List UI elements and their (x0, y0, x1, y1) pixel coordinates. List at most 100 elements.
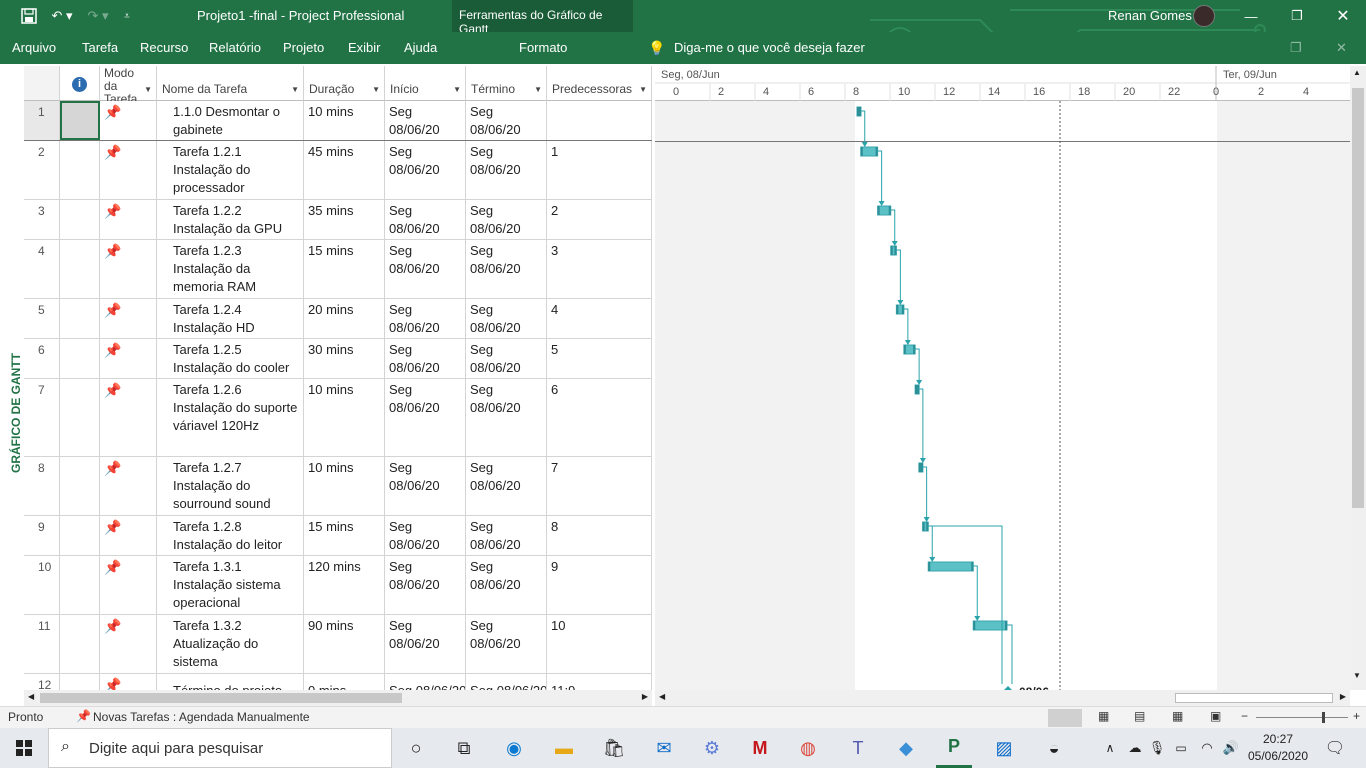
indicators-cell[interactable] (60, 615, 100, 673)
table-horizontal-scrollbar[interactable]: ◀ ▶ (24, 690, 652, 706)
start-cell[interactable]: Seg 08/06/20 (385, 339, 466, 378)
scroll-up-icon[interactable]: ▲ (1353, 68, 1361, 77)
indicators-cell[interactable] (60, 379, 100, 456)
task-name-cell[interactable]: Tarefa 1.2.4 Instalação HD (157, 299, 304, 338)
duration-cell[interactable]: 10 mins (304, 379, 385, 456)
table-row[interactable]: 4 📌 Tarefa 1.2.3 Instalação da memoria RAM… (24, 240, 652, 299)
taskbar-search-box[interactable]: ⌕ Digite aqui para pesquisar (48, 728, 392, 768)
table-row[interactable]: 5 📌 Tarefa 1.2.4 Instalação HD 20 mins Seg 0… (24, 299, 652, 339)
project-app-icon[interactable]: P (936, 728, 972, 768)
tab-ajuda[interactable]: Ajuda (404, 32, 437, 64)
name-column-header[interactable]: Nome da Tarefa ▼ (157, 66, 304, 101)
scroll-left-icon[interactable]: ◀ (659, 692, 665, 701)
indicators-cell[interactable] (60, 141, 100, 199)
clock-date[interactable]: 05/06/2020 (1246, 749, 1310, 763)
notifications-icon[interactable]: 🗨 (1320, 728, 1350, 768)
tell-me-input[interactable]: Diga-me o que você deseja fazer (674, 32, 865, 64)
duration-column-header[interactable]: Duração ▼ (304, 66, 385, 101)
start-cell[interactable]: Seg 08/06/20 (385, 240, 466, 298)
cortana-icon[interactable]: ○ (398, 728, 434, 768)
chart-horizontal-scrollbar[interactable]: ◀ ▶ (655, 690, 1350, 706)
zoom-in-icon[interactable]: + (1353, 709, 1360, 723)
indicators-cell[interactable] (60, 339, 100, 378)
team-planner-icon[interactable]: ▤ (1134, 709, 1145, 723)
vertical-scrollbar[interactable]: ▲ ▼ (1350, 66, 1366, 690)
duration-cell[interactable]: 20 mins (304, 299, 385, 338)
tab-projeto[interactable]: Projeto (283, 32, 324, 64)
table-row[interactable]: 3 📌 Tarefa 1.2.2 Instalação da GPU 35 mins S… (24, 200, 652, 240)
finish-cell[interactable]: Seg 08/06/20 (466, 674, 547, 690)
predecessors-cell[interactable]: 3 (547, 240, 652, 298)
row-number[interactable]: 6 (24, 339, 60, 378)
tab-recurso[interactable]: Recurso (140, 32, 188, 64)
customize-toolbar-icon[interactable]: ⩡ (118, 0, 136, 32)
start-cell[interactable]: Seg 08/06/20 (385, 615, 466, 673)
gantt-chart[interactable]: Seg, 08/Jun Ter, 09/Jun 0 2 4 6 8 10 12 14 16 18 20 2… (655, 66, 1350, 690)
row-number[interactable]: 2 (24, 141, 60, 199)
gantt-svg[interactable]: Seg, 08/Jun Ter, 09/Jun0 2 4 6 8 10 12 14 16 18 20 2… (655, 66, 1350, 690)
avatar[interactable] (1193, 5, 1215, 27)
chevron-down-icon[interactable]: ▼ (144, 85, 152, 94)
row-number[interactable]: 7 (24, 379, 60, 456)
predecessors-cell[interactable]: 7 (547, 457, 652, 515)
start-cell[interactable]: Seg 08/06/20 (385, 516, 466, 555)
zoom-slider[interactable] (1256, 717, 1348, 718)
start-cell[interactable]: Seg 08/06/20 (385, 141, 466, 199)
task-name-cell[interactable]: Tarefa 1.2.3 Instalação da memoria RAM (157, 240, 304, 298)
task-usage-icon[interactable]: ▦ (1098, 709, 1109, 723)
task-name-cell[interactable]: Tarefa 1.3.1 Instalação sistema operacio… (157, 556, 304, 614)
chevron-down-icon[interactable]: ▼ (372, 85, 380, 94)
row-number[interactable]: 8 (24, 457, 60, 515)
start-cell[interactable]: Seg 08/06/20 (385, 101, 466, 140)
start-cell[interactable]: Seg 08/06/20 (385, 674, 466, 690)
start-cell[interactable]: Seg 08/06/20 (385, 200, 466, 239)
battery-icon[interactable]: ▭ (1170, 728, 1192, 768)
app3-icon[interactable]: ◒ (1036, 728, 1072, 768)
save-icon[interactable] (18, 0, 40, 32)
predecessors-cell[interactable]: 4 (547, 299, 652, 338)
mode-cell[interactable]: 📌 (100, 674, 157, 690)
start-cell[interactable]: Seg 08/06/20 (385, 556, 466, 614)
duration-cell[interactable]: 90 mins (304, 615, 385, 673)
indicators-cell[interactable] (60, 674, 100, 690)
tab-tarefa[interactable]: Tarefa (82, 32, 118, 64)
predecessors-cell[interactable]: 9 (547, 556, 652, 614)
row-number[interactable]: 11 (24, 615, 60, 673)
row-number[interactable]: 12 (24, 674, 60, 690)
start-cell[interactable]: Seg 08/06/20 (385, 299, 466, 338)
finish-cell[interactable]: Seg 08/06/20 (466, 240, 547, 298)
predecessors-column-header[interactable]: Predecessoras ▼ (547, 66, 652, 101)
duration-cell[interactable]: 10 mins (304, 457, 385, 515)
restore-icon[interactable]: ❐ (1282, 0, 1312, 32)
row-number[interactable]: 1 (24, 101, 60, 140)
start-column-header[interactable]: Início ▼ (385, 66, 466, 101)
mode-cell[interactable]: 📌 (100, 240, 157, 298)
finish-cell[interactable]: Seg 08/06/20 (466, 556, 547, 614)
show-hidden-icons[interactable]: ∧ (1100, 728, 1120, 768)
predecessors-cell[interactable]: 6 (547, 379, 652, 456)
chevron-down-icon[interactable]: ▼ (534, 85, 542, 94)
mode-cell[interactable]: 📌 (100, 299, 157, 338)
task-name-cell[interactable]: Tarefa 1.2.5 Instalação do cooler (157, 339, 304, 378)
indicators-cell[interactable] (60, 200, 100, 239)
mode-cell[interactable]: 📌 (100, 379, 157, 456)
tab-relatorio[interactable]: Relatório (209, 32, 261, 64)
tab-arquivo[interactable]: Arquivo (12, 32, 56, 64)
finish-cell[interactable]: Seg 08/06/20 (466, 101, 547, 140)
tab-formato[interactable]: Formato (519, 32, 567, 64)
task-name-cell[interactable]: Tarefa 1.2.6 Instalação do suporte vária… (157, 379, 304, 456)
table-row[interactable]: 1 📌 1.1.0 Desmontar o gabinete 10 mins Seg 0… (24, 101, 652, 141)
undo-icon[interactable]: ↶ ▾ (48, 0, 76, 32)
volume-icon[interactable]: 🔊 (1220, 728, 1242, 768)
finish-cell[interactable]: Seg 08/06/20 (466, 615, 547, 673)
scroll-thumb[interactable] (40, 693, 402, 703)
mode-column-header[interactable]: Modo da Tarefa ▼ (100, 66, 157, 101)
mode-cell[interactable]: 📌 (100, 556, 157, 614)
mode-cell[interactable]: 📌 (100, 200, 157, 239)
row-number[interactable]: 10 (24, 556, 60, 614)
chrome-icon[interactable]: ◍ (790, 728, 826, 768)
wifi-icon[interactable]: ◠ (1196, 728, 1218, 768)
report-icon[interactable]: ▣ (1210, 709, 1221, 723)
start-cell[interactable]: Seg 08/06/20 (385, 457, 466, 515)
duration-cell[interactable]: 15 mins (304, 240, 385, 298)
